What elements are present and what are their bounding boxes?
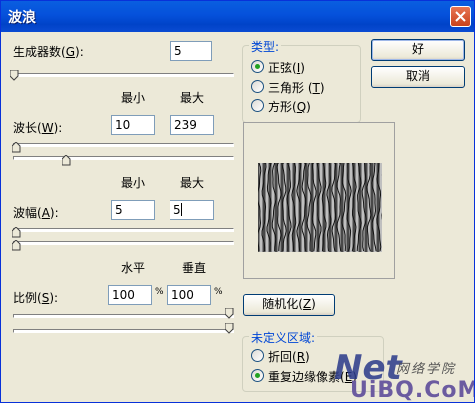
type-sine-label[interactable]: 正弦(I) bbox=[268, 59, 305, 76]
dialog-client: 生成器数(G): 5 最小 最大 波长(W): 10 239 最小 最大 波幅(… bbox=[4, 32, 474, 402]
wavelength-min-slider-thumb[interactable] bbox=[12, 142, 21, 153]
cancel-button[interactable]: 取消 bbox=[371, 66, 465, 88]
amplitude-min-input[interactable]: 5 bbox=[111, 200, 155, 220]
amplitude-max-input[interactable]: 5 bbox=[170, 200, 214, 220]
type-square-label[interactable]: 方形(Q) bbox=[268, 98, 311, 115]
wave-dialog: 波浪 生成器数(G): 5 最小 最大 波长(W): 10 239 最小 最大 … bbox=[0, 0, 475, 403]
wavelength-max-input[interactable]: 239 bbox=[170, 115, 214, 135]
wavelength-min-input[interactable]: 10 bbox=[111, 115, 155, 135]
type-sine-radio[interactable] bbox=[251, 60, 264, 73]
amplitude-max-header: 最大 bbox=[180, 176, 205, 190]
scale-horizontal-slider-thumb[interactable] bbox=[225, 308, 234, 319]
wavelength-max-slider-track[interactable] bbox=[13, 156, 234, 160]
wavelength-min-slider-track[interactable] bbox=[13, 143, 234, 147]
generators-slider-track[interactable] bbox=[13, 73, 234, 77]
amplitude-min-slider-thumb[interactable] bbox=[12, 227, 21, 238]
title-bar[interactable]: 波浪 bbox=[1, 1, 474, 32]
amplitude-label: 波幅(A): bbox=[13, 206, 59, 220]
generators-input[interactable]: 5 bbox=[170, 41, 212, 61]
watermark-site: UiBQ.CoM bbox=[350, 378, 475, 403]
scale-horizontal-header: 水平 bbox=[121, 261, 146, 275]
type-square-radio[interactable] bbox=[251, 99, 264, 112]
amplitude-max-slider-track[interactable] bbox=[13, 241, 234, 245]
amplitude-max-slider-thumb[interactable] bbox=[12, 240, 21, 251]
scale-vertical-slider-track[interactable] bbox=[13, 329, 234, 333]
wavelength-max-slider-thumb[interactable] bbox=[62, 155, 71, 166]
generators-slider-thumb[interactable] bbox=[10, 70, 19, 81]
scale-horizontal-unit: % bbox=[155, 287, 164, 297]
undefined-areas-title: 未定义区域: bbox=[249, 329, 318, 346]
scale-vertical-slider-thumb[interactable] bbox=[225, 323, 234, 334]
ok-button[interactable]: 好 bbox=[371, 39, 465, 61]
scale-label: 比例(S): bbox=[13, 291, 59, 305]
generators-label: 生成器数(G): bbox=[13, 45, 84, 59]
wavelength-min-header: 最小 bbox=[121, 91, 146, 105]
repeat-edge-pixels-radio[interactable] bbox=[251, 369, 264, 382]
text-caret bbox=[180, 203, 182, 216]
type-triangle-label[interactable]: 三角形 (T) bbox=[268, 79, 325, 96]
wrap-around-radio[interactable] bbox=[251, 349, 264, 362]
scale-vertical-unit: % bbox=[214, 287, 223, 297]
wrap-around-label[interactable]: 折回(R) bbox=[268, 348, 310, 365]
window-title: 波浪 bbox=[8, 10, 36, 26]
type-triangle-radio[interactable] bbox=[251, 80, 264, 93]
wave-preview-image[interactable] bbox=[258, 163, 382, 252]
amplitude-min-slider-track[interactable] bbox=[13, 228, 234, 232]
close-icon bbox=[455, 11, 466, 22]
close-button[interactable] bbox=[450, 6, 471, 27]
scale-horizontal-input[interactable]: 100 bbox=[108, 285, 152, 305]
wavelength-label: 波长(W): bbox=[13, 121, 63, 135]
randomize-button[interactable]: 随机化(Z) bbox=[243, 294, 335, 316]
scale-horizontal-slider-track[interactable] bbox=[13, 314, 234, 318]
scale-vertical-input[interactable]: 100 bbox=[167, 285, 211, 305]
scale-vertical-header: 垂直 bbox=[182, 261, 207, 275]
amplitude-min-header: 最小 bbox=[121, 176, 146, 190]
watermark-chinese: 网络学院 bbox=[396, 362, 457, 377]
wavelength-max-header: 最大 bbox=[180, 91, 205, 105]
type-group-title: 类型: bbox=[249, 38, 282, 55]
